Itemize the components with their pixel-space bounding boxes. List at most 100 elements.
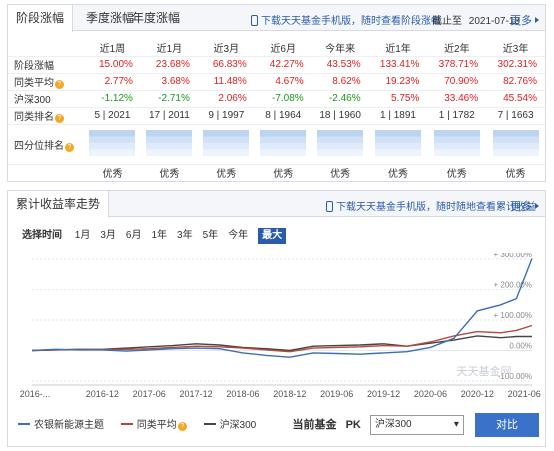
x-tick-label: 2017-12 bbox=[180, 389, 213, 399]
x-tick-label: 2019-06 bbox=[320, 389, 353, 399]
row-label: 同类平均? bbox=[8, 73, 84, 91]
range-option[interactable]: 今年 bbox=[228, 228, 248, 244]
compare-button[interactable]: 对比 bbox=[475, 413, 539, 438]
download-app-link[interactable]: 下载天天基金手机版，随时查看阶段涨幅 bbox=[251, 12, 441, 27]
watermark: 天天基金网 bbox=[457, 364, 512, 378]
series-hs300 bbox=[31, 335, 532, 352]
cell-value: 33.46% bbox=[427, 90, 487, 108]
cell-value: -7.08% bbox=[254, 90, 312, 108]
table-row: 同类平均? 2.77% 3.68% 11.48% 4.67% 8.62% 19.23% 70.… bbox=[8, 73, 545, 91]
quartile-cell bbox=[311, 124, 369, 165]
y-tick-label: + 100.00% bbox=[494, 311, 532, 320]
table-row: 沪深300 -1.12% -2.71% 2.06% -7.08% -2.46% 5.75% 3… bbox=[8, 90, 545, 108]
range-option[interactable]: 1年 bbox=[151, 228, 167, 244]
cell-value: 4.67% bbox=[254, 73, 312, 91]
legend-category-avg[interactable]: 同类平均? bbox=[120, 413, 187, 439]
performance-tabbar: 阶段涨幅 季度涨幅 年度涨幅 下载天天基金手机版，随时查看阶段涨幅 截止至 20… bbox=[8, 5, 545, 32]
cell-value: -1.12% bbox=[84, 90, 141, 108]
quartile-row: 四分位排名? bbox=[8, 124, 545, 165]
help-icon[interactable]: ? bbox=[177, 422, 187, 431]
cell-value: 302.31% bbox=[486, 56, 545, 74]
x-tick-label: 2018-12 bbox=[273, 389, 306, 399]
quartile-bar bbox=[433, 129, 480, 156]
range-option[interactable]: 最大 bbox=[258, 228, 287, 244]
x-tick-label: 2017-06 bbox=[133, 389, 166, 399]
column-header: 近1周 bbox=[84, 39, 141, 57]
cell-value: 45.54% bbox=[486, 90, 545, 108]
row-label: 四分位排名? bbox=[8, 124, 84, 165]
download-app-link-2[interactable]: 下载天天基金手机版，随时随地查看累计收益 bbox=[326, 198, 536, 213]
range-option[interactable]: 6月 bbox=[126, 228, 142, 244]
quartile-cell bbox=[84, 124, 141, 165]
rank-value: 18 | 1960 bbox=[311, 107, 369, 125]
rank-value: 1 | 1891 bbox=[368, 107, 428, 125]
performance-table: 近1周 近1月 近3月 近6月 今年来 近1年 近2年 近3年 阶段涨幅 15.00% 23.68%… bbox=[8, 39, 545, 181]
rank-row: 同类排名? 5 | 2021 17 | 2011 9 | 1997 8 | 1964 18… bbox=[8, 107, 545, 125]
legend-hs300[interactable]: 沪深300 bbox=[203, 413, 256, 439]
y-tick-label: 0.00% bbox=[509, 342, 532, 351]
range-option[interactable]: 1月 bbox=[75, 228, 91, 244]
cell-value: -2.46% bbox=[311, 90, 369, 108]
range-option[interactable]: 3年 bbox=[177, 228, 193, 244]
chart-legend: 农银新能源主题 同类平均? 沪深300 bbox=[18, 413, 270, 439]
tab-quarter[interactable]: 季度涨幅 bbox=[86, 5, 134, 31]
cumulative-panel: 累计收益率走势 下载天天基金手机版，随时随地查看累计收益 更多 选择时间 1月 3… bbox=[7, 190, 546, 447]
cell-value: 42.27% bbox=[254, 56, 312, 74]
rank-value: 8 | 1964 bbox=[254, 107, 312, 125]
more-link[interactable]: 更多 bbox=[510, 12, 539, 28]
tab-stage[interactable]: 阶段涨幅 bbox=[8, 5, 74, 32]
help-icon[interactable]: ? bbox=[55, 114, 64, 123]
cell-value: -2.71% bbox=[140, 90, 198, 108]
quartile-cell bbox=[486, 124, 545, 165]
x-tick-label: 2016-12 bbox=[86, 389, 119, 399]
x-tick-label: 2021-06 bbox=[508, 389, 541, 399]
row-label: 同类排名? bbox=[8, 107, 84, 125]
cell-value: 15.00% bbox=[84, 56, 141, 74]
cell-value: 2.06% bbox=[197, 90, 255, 108]
cumulative-title: 累计收益率走势 bbox=[8, 191, 110, 218]
quartile-label-row: 优秀 优秀 优秀 优秀 优秀 优秀 优秀 优秀 bbox=[8, 164, 545, 181]
phone-icon bbox=[326, 201, 333, 212]
column-header: 今年来 bbox=[311, 39, 369, 57]
legend-fund[interactable]: 农银新能源主题 bbox=[18, 413, 104, 439]
column-header: 近2年 bbox=[427, 39, 487, 57]
quartile-label: 优秀 bbox=[505, 169, 526, 181]
quartile-label: 优秀 bbox=[102, 169, 123, 181]
quartile-cell bbox=[427, 124, 487, 165]
tab-year[interactable]: 年度涨幅 bbox=[132, 5, 180, 31]
rank-value: 1 | 1782 bbox=[427, 107, 487, 125]
series-category-avg bbox=[31, 324, 533, 353]
phone-icon bbox=[251, 15, 258, 26]
column-header: 近1年 bbox=[368, 39, 428, 57]
cell-value: 70.90% bbox=[427, 73, 487, 91]
quartile-label: 优秀 bbox=[387, 169, 408, 181]
cell-value: 43.53% bbox=[311, 56, 369, 74]
cell-value: 66.83% bbox=[197, 56, 255, 74]
quartile-label: 优秀 bbox=[330, 169, 351, 181]
rank-value: 17 | 2011 bbox=[140, 107, 198, 125]
column-header: 近3年 bbox=[486, 39, 545, 57]
range-label: 选择时间 bbox=[22, 230, 62, 241]
cell-value: 5.75% bbox=[368, 90, 428, 108]
quartile-label: 优秀 bbox=[159, 169, 180, 181]
quartile-label: 优秀 bbox=[446, 169, 467, 181]
quartile-bar bbox=[203, 129, 250, 156]
cell-value: 133.41% bbox=[368, 56, 428, 74]
help-icon[interactable]: ? bbox=[55, 80, 64, 89]
x-tick-label: 2016-... bbox=[20, 389, 51, 399]
quartile-bar bbox=[492, 129, 539, 156]
blank bbox=[8, 164, 84, 181]
quartile-bar bbox=[260, 129, 307, 156]
range-option[interactable]: 3月 bbox=[100, 228, 116, 244]
more-link-2[interactable]: 更多 bbox=[510, 198, 539, 214]
cell-value: 23.68% bbox=[140, 56, 198, 74]
cell-value: 8.62% bbox=[311, 73, 369, 91]
compare-select[interactable]: 沪深300 bbox=[369, 415, 464, 436]
rank-value: 5 | 2021 bbox=[84, 107, 141, 125]
header-blank bbox=[8, 39, 84, 57]
range-option[interactable]: 5年 bbox=[203, 228, 219, 244]
help-icon[interactable]: ? bbox=[65, 142, 74, 152]
rank-value: 7 | 1663 bbox=[486, 107, 545, 125]
rank-value: 9 | 1997 bbox=[197, 107, 255, 125]
x-tick-label: 2018-06 bbox=[226, 389, 259, 399]
